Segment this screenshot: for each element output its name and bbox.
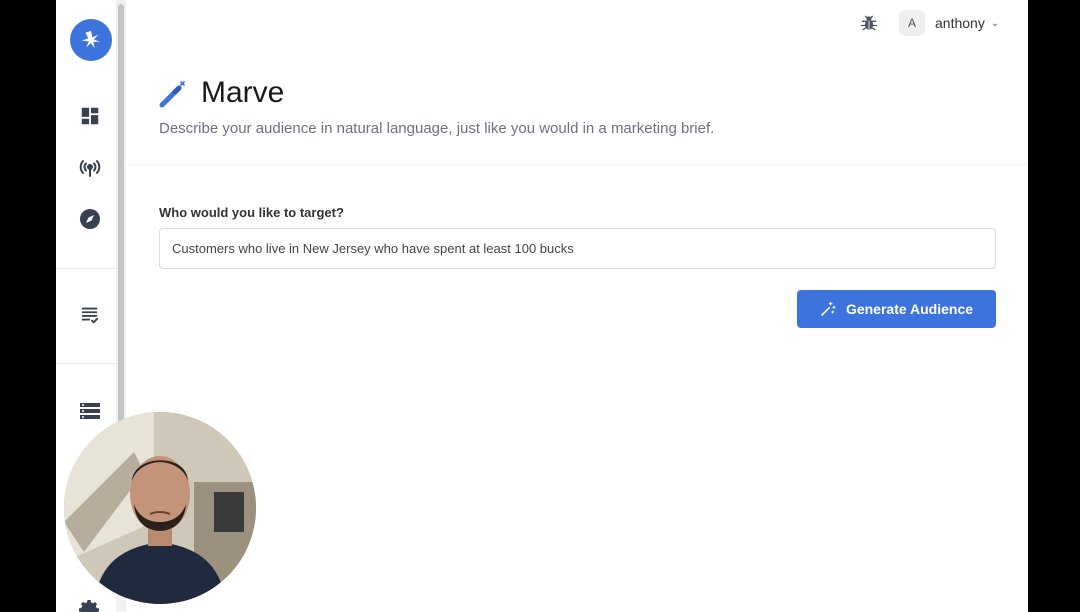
username: anthony <box>935 15 985 31</box>
sparkle-wand-icon <box>821 301 836 316</box>
chevron-down-icon: ⌄ <box>990 17 1000 29</box>
app-logo[interactable] <box>70 19 112 61</box>
presenter-webcam-video <box>64 412 256 604</box>
magic-wand-icon <box>158 79 188 109</box>
gear-icon[interactable] <box>78 598 102 612</box>
sidebar-divider <box>56 363 116 364</box>
sidebar-divider <box>56 268 116 269</box>
target-label: Who would you like to target? <box>159 205 344 220</box>
user-menu[interactable]: A anthony ⌄ <box>899 10 999 36</box>
generate-audience-button[interactable]: Generate Audience <box>797 290 996 328</box>
header-divider <box>126 164 1028 165</box>
target-audience-input[interactable] <box>159 228 996 269</box>
dashboard-icon[interactable] <box>78 104 102 128</box>
generate-audience-label: Generate Audience <box>845 301 974 317</box>
database-icon[interactable] <box>78 399 102 423</box>
bug-report-icon[interactable] <box>859 13 879 33</box>
page-title: Marve <box>201 76 285 109</box>
broadcast-icon[interactable] <box>78 156 102 180</box>
spark-logo-icon <box>81 30 101 49</box>
compass-icon[interactable] <box>78 207 102 231</box>
avatar: A <box>899 10 925 36</box>
page-subtitle: Describe your audience in natural langua… <box>159 120 715 137</box>
checklist-icon[interactable] <box>78 303 102 327</box>
